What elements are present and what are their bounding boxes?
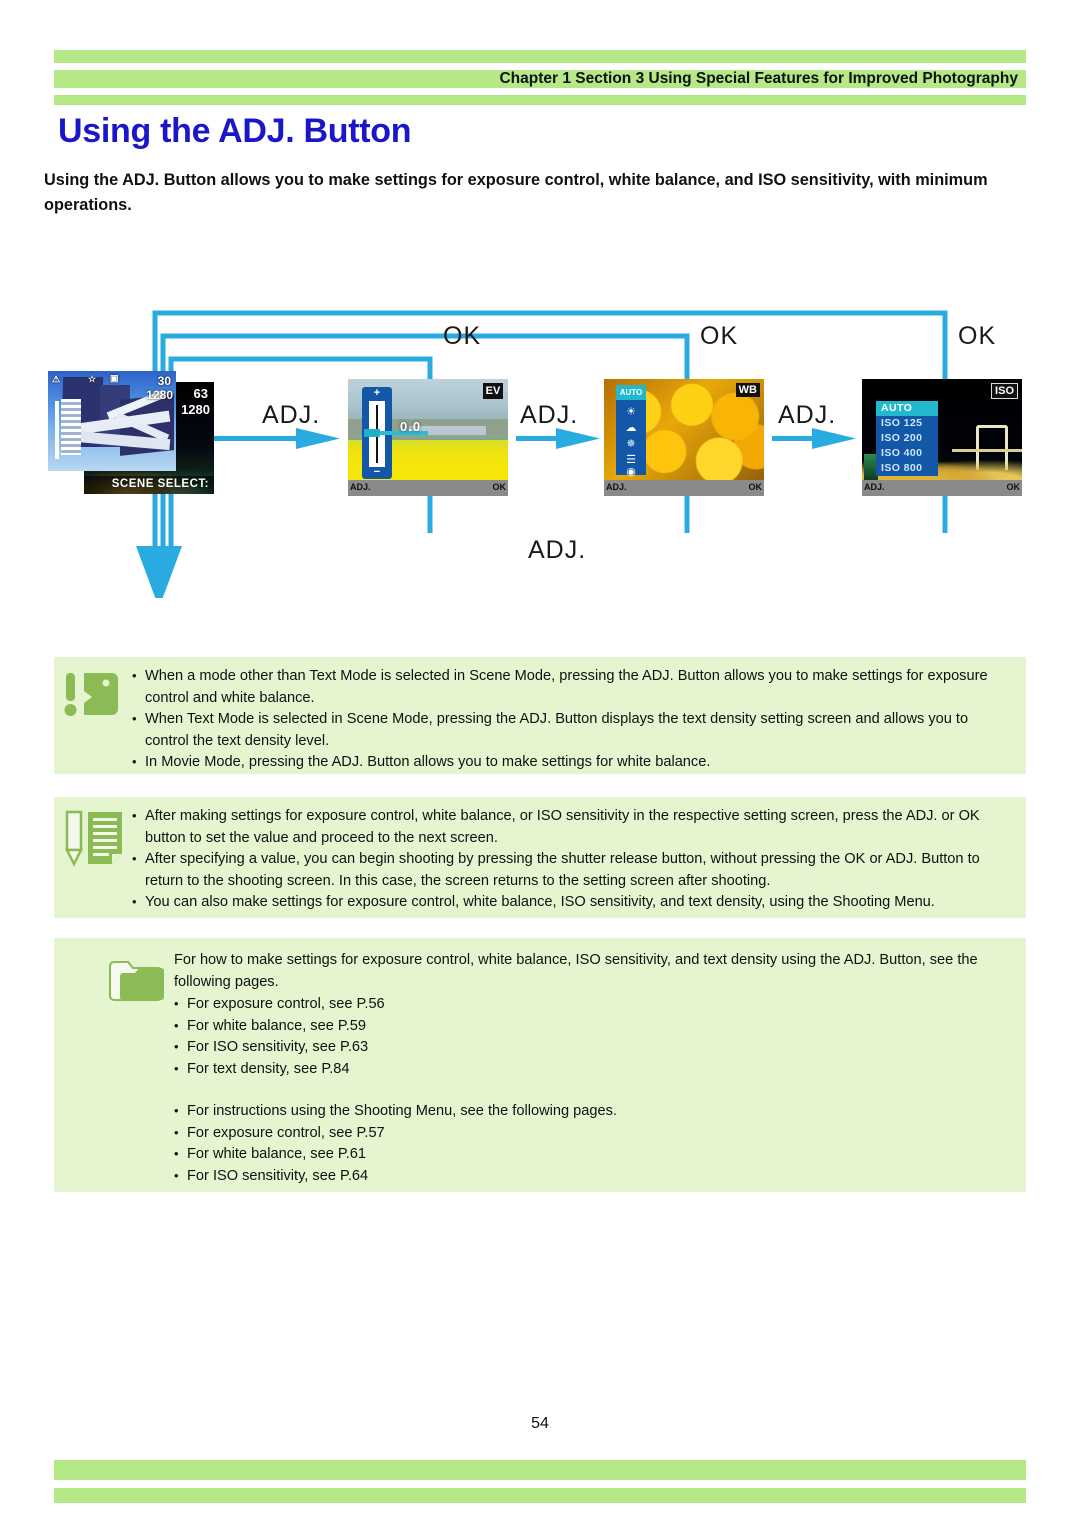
image-resolution: 1280 — [146, 388, 173, 402]
exposure-hint-bar: ADJ. OK — [348, 480, 508, 496]
exposure-minus-label: − — [373, 466, 381, 478]
caution-icon — [62, 667, 134, 727]
camera-mode-icon: ▣ — [110, 373, 119, 383]
reference-note-body: For how to make settings for exposure co… — [174, 950, 1012, 1187]
caution-note-box: When a mode other than Text Mode is sele… — [54, 657, 1026, 774]
stair-structure — [61, 399, 81, 455]
lead-paragraph: Using the ADJ. Button allows you to make… — [44, 171, 988, 214]
exposure-plus-label: + — [373, 387, 381, 399]
flow-label-adj-return: ADJ. — [528, 536, 587, 564]
memo-note-list: After making settings for exposure contr… — [132, 805, 1014, 914]
exposure-slider-knob[interactable] — [364, 429, 380, 437]
shooting-back-resolution: 1280 — [181, 402, 210, 417]
list-item: For instructions using the Shooting Menu… — [174, 1100, 1012, 1123]
iso-option-125[interactable]: ISO 125 — [876, 416, 938, 431]
wb-tungsten-icon[interactable]: ✵ — [616, 437, 646, 452]
iso-hint-bar: ADJ. OK — [862, 480, 1022, 496]
flow-label-adj-2: ADJ. — [520, 401, 579, 429]
iso-option-800[interactable]: ISO 800 — [876, 461, 938, 476]
exposure-right-hint: OK — [492, 482, 507, 492]
shooting-screen-thumb: ⚠ ☆ ▣ 30 1280 — [48, 371, 176, 471]
list-item: For exposure control, see P.57 — [174, 1122, 1012, 1145]
macro-icon: ☆ — [88, 374, 97, 384]
iso-option-list[interactable]: AUTO ISO 125 ISO 200 ISO 400 ISO 800 — [876, 401, 938, 476]
header-bands: Chapter 1 Section 3 Using Special Featur… — [54, 50, 1026, 105]
shooting-bottom-bar: SCENE SELECT: — [84, 476, 214, 494]
flow-label-ok-3: OK — [958, 322, 997, 350]
flow-label-ok-1: OK — [443, 322, 482, 350]
folder-reference-icon — [106, 952, 166, 1004]
reference-note-box: For how to make settings for exposure co… — [54, 938, 1026, 1192]
caution-note-body: When a mode other than Text Mode is sele… — [132, 665, 1014, 774]
ev-badge-icon: EV — [483, 383, 503, 399]
iso-option-auto[interactable]: AUTO — [876, 401, 938, 416]
list-item: After specifying a value, you can begin … — [132, 848, 1014, 892]
flow-arrow-down — [136, 546, 182, 598]
white-balance-screen: AUTO ☀ ☁ ✵ ☰ ◉ WB ADJ. OK — [604, 379, 764, 496]
list-item: For ISO sensitivity, see P.64 — [174, 1165, 1012, 1188]
iso-badge-icon: ISO — [991, 383, 1018, 399]
iso-option-200[interactable]: ISO 200 — [876, 431, 938, 446]
list-item: When Text Mode is selected in Scene Mode… — [132, 708, 1014, 752]
header-band-bottom — [54, 95, 1026, 105]
iso-right-hint: OK — [1006, 482, 1021, 492]
wb-hint-bar: ADJ. OK — [604, 480, 764, 496]
iso-left-hint: ADJ. — [864, 482, 885, 492]
wb-left-hint: ADJ. — [606, 482, 627, 492]
footer-band-top — [54, 1460, 1026, 1480]
zoom-bar-icon — [55, 401, 59, 459]
wb-selected-auto[interactable]: AUTO — [616, 385, 646, 400]
caution-note-list: When a mode other than Text Mode is sele… — [132, 665, 1014, 774]
memo-note-box: After making settings for exposure contr… — [54, 797, 1026, 918]
wb-daylight-icon[interactable]: ☀ — [616, 405, 646, 420]
reference-group-1: For exposure control, see P.56 For white… — [174, 993, 1012, 1081]
wb-overcast-icon[interactable]: ☁ — [616, 421, 646, 436]
list-item: For ISO sensitivity, see P.63 — [174, 1036, 1012, 1059]
list-item: In Movie Mode, pressing the ADJ. Button … — [132, 751, 1014, 774]
list-item: For text density, see P.84 — [174, 1058, 1012, 1081]
flow-label-adj-1: ADJ. — [262, 401, 321, 429]
wb-right-hint: OK — [748, 482, 763, 492]
header-band-middle: Chapter 1 Section 3 Using Special Featur… — [54, 70, 1026, 88]
iso-sensitivity-screen: AUTO ISO 125 ISO 200 ISO 400 ISO 800 ISO… — [862, 379, 1022, 496]
wb-badge-icon: WB — [735, 383, 760, 397]
list-item: For white balance, see P.61 — [174, 1143, 1012, 1166]
breadcrumb: Chapter 1 Section 3 Using Special Featur… — [499, 70, 1018, 87]
white-balance-menu[interactable]: AUTO ☀ ☁ ✵ ☰ ◉ — [616, 385, 646, 478]
flow-label-ok-2: OK — [700, 322, 739, 350]
list-item: When a mode other than Text Mode is sele… — [132, 665, 1014, 709]
flow-label-adj-3: ADJ. — [778, 401, 837, 429]
list-item: After making settings for exposure contr… — [132, 805, 1014, 849]
list-item: You can also make settings for exposure … — [132, 891, 1014, 914]
memo-note-body: After making settings for exposure contr… — [132, 805, 1014, 914]
footer-band-bottom — [54, 1488, 1026, 1503]
shooting-back-counter: 63 — [193, 386, 208, 401]
reference-intro: For how to make settings for exposure co… — [174, 952, 978, 990]
reference-group-2: For instructions using the Shooting Menu… — [174, 1100, 1012, 1188]
exposure-value: 0.0 — [400, 419, 422, 434]
wb-manual-icon[interactable]: ◉ — [616, 465, 646, 480]
iso-option-400[interactable]: ISO 400 — [876, 446, 938, 461]
shots-remaining: 30 — [157, 374, 171, 388]
memo-note-icon — [62, 807, 134, 867]
exposure-left-hint: ADJ. — [350, 482, 371, 492]
page-number: 54 — [531, 1415, 549, 1432]
list-item: For white balance, see P.59 — [174, 1015, 1012, 1038]
flash-off-icon: ⚠ — [52, 374, 61, 384]
scene-bridge-deck — [952, 449, 1022, 452]
exposure-compensation-screen: + − 0.0 EV ADJ. OK — [348, 379, 508, 496]
header-band-top — [54, 50, 1026, 63]
page-title: Using the ADJ. Button — [58, 112, 412, 150]
scene-select-label: SCENE SELECT: — [111, 478, 209, 490]
list-item: For exposure control, see P.56 — [174, 993, 1012, 1016]
footer-bands — [54, 1460, 1026, 1503]
